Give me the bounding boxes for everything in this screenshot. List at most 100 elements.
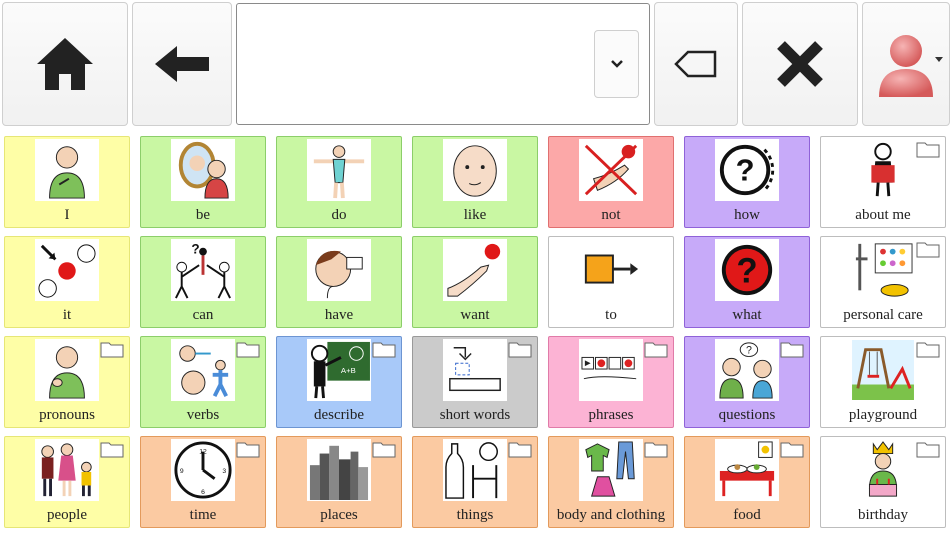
symbol-label: questions <box>718 407 776 423</box>
back-button[interactable] <box>132 2 232 126</box>
symbol-label: about me <box>855 207 911 223</box>
symbol-grid: Ibe do like not? how about me it ? can have want to… <box>4 136 950 530</box>
symbol-label: places <box>320 507 358 523</box>
folder-icon <box>236 441 260 458</box>
symbol-button-want[interactable]: want <box>412 236 538 328</box>
caret-down-icon <box>935 57 943 62</box>
food-table-icon <box>715 439 779 501</box>
crossed-hand-icon <box>579 139 643 201</box>
symbol-label: want <box>460 307 490 323</box>
symbol-button-have[interactable]: have <box>276 236 402 328</box>
two-people-talking-icon: ? <box>715 339 779 401</box>
svg-text:?: ? <box>746 345 752 357</box>
sentence-strip-icon <box>579 339 643 401</box>
home-icon <box>37 38 93 90</box>
folder-icon <box>644 441 668 458</box>
symbol-label: be <box>195 207 211 223</box>
person-holding-card-icon <box>851 139 915 201</box>
symbol-button-it[interactable]: it <box>4 236 130 328</box>
symbol-button-can[interactable]: ? can <box>140 236 266 328</box>
symbol-label: body and clothing <box>556 507 666 523</box>
svg-text:12: 12 <box>199 449 207 456</box>
symbol-label: describe <box>314 407 364 423</box>
symbol-button-what[interactable]: ? what <box>684 236 810 328</box>
symbol-button-playground[interactable]: playground <box>820 336 946 428</box>
bottle-ball-chair-icon <box>443 439 507 501</box>
person-arms-out-icon <box>307 139 371 201</box>
close-icon <box>777 41 823 87</box>
symbol-label: phrases <box>588 407 634 423</box>
symbol-label: do <box>331 207 347 223</box>
symbol-label: personal care <box>843 307 923 323</box>
square-arrow-icon <box>579 239 643 301</box>
city-icon <box>307 439 371 501</box>
symbol-button-i[interactable]: I <box>4 136 130 228</box>
face-icon <box>443 139 507 201</box>
symbol-button-body-and-clothing[interactable]: body and clothing <box>548 436 674 528</box>
people-lifting-icon: ? <box>171 239 235 301</box>
family-icon <box>35 439 99 501</box>
symbol-button-about-me[interactable]: about me <box>820 136 946 228</box>
symbol-button-personal-care[interactable]: personal care <box>820 236 946 328</box>
symbol-button-pronouns[interactable]: pronouns <box>4 336 130 428</box>
folder-icon <box>508 341 532 358</box>
person-drinking-icon <box>307 239 371 301</box>
backspace-button[interactable] <box>654 2 738 126</box>
symbol-label: it <box>62 307 72 323</box>
message-bar[interactable] <box>236 3 650 125</box>
symbol-button-time[interactable]: 12 3 6 9 time <box>140 436 266 528</box>
svg-text:?: ? <box>736 153 755 188</box>
symbol-label: pronouns <box>39 407 95 423</box>
home-button[interactable] <box>2 2 128 126</box>
symbol-label: food <box>733 507 761 523</box>
folder-icon <box>372 341 396 358</box>
folder-icon <box>780 441 804 458</box>
arrow-dot-icon <box>35 239 99 301</box>
user-avatar-icon <box>879 35 933 97</box>
mirror-reflection-icon <box>171 139 235 201</box>
symbol-button-food[interactable]: food <box>684 436 810 528</box>
symbol-button-like[interactable]: like <box>412 136 538 228</box>
symbol-label: what <box>732 307 762 323</box>
red-question-icon: ? <box>715 239 779 301</box>
chevron-down-icon <box>610 60 623 68</box>
folder-icon <box>916 341 940 358</box>
actions-icon <box>171 339 235 401</box>
folder-icon <box>916 141 940 158</box>
svg-text:9: 9 <box>180 468 184 475</box>
svg-text:6: 6 <box>201 489 205 496</box>
birthday-cake-icon <box>851 439 915 501</box>
hand-reaching-icon <box>443 239 507 301</box>
arrow-left-icon <box>155 46 209 82</box>
symbol-button-describe[interactable]: A+B describe <box>276 336 402 428</box>
clear-button[interactable] <box>742 2 858 126</box>
folder-icon <box>780 341 804 358</box>
symbol-label: to <box>605 307 617 323</box>
user-menu-button[interactable] <box>862 2 950 126</box>
message-dropdown-button[interactable] <box>594 30 639 98</box>
teacher-board-icon: A+B <box>307 339 371 401</box>
symbol-button-to[interactable]: to <box>548 236 674 328</box>
clock-icon: 12 3 6 9 <box>171 439 235 501</box>
symbol-button-people[interactable]: people <box>4 436 130 528</box>
symbol-button-phrases[interactable]: phrases <box>548 336 674 428</box>
symbol-button-how[interactable]: ? how <box>684 136 810 228</box>
symbol-button-birthday[interactable]: birthday <box>820 436 946 528</box>
clothes-icon <box>579 439 643 501</box>
backspace-icon <box>674 50 717 78</box>
care-items-icon <box>851 239 915 301</box>
symbol-button-be[interactable]: be <box>140 136 266 228</box>
playground-icon <box>851 339 915 401</box>
person-sign-icon <box>35 339 99 401</box>
symbol-button-places[interactable]: places <box>276 436 402 528</box>
svg-text:?: ? <box>191 242 199 257</box>
symbol-button-not[interactable]: not <box>548 136 674 228</box>
symbol-button-verbs[interactable]: verbs <box>140 336 266 428</box>
symbol-label: playground <box>848 407 918 423</box>
symbol-label: verbs <box>186 407 220 423</box>
symbol-button-do[interactable]: do <box>276 136 402 228</box>
symbol-button-questions[interactable]: ? questions <box>684 336 810 428</box>
symbol-label: I <box>64 207 70 223</box>
symbol-button-short-words[interactable]: short words <box>412 336 538 428</box>
symbol-button-things[interactable]: things <box>412 436 538 528</box>
